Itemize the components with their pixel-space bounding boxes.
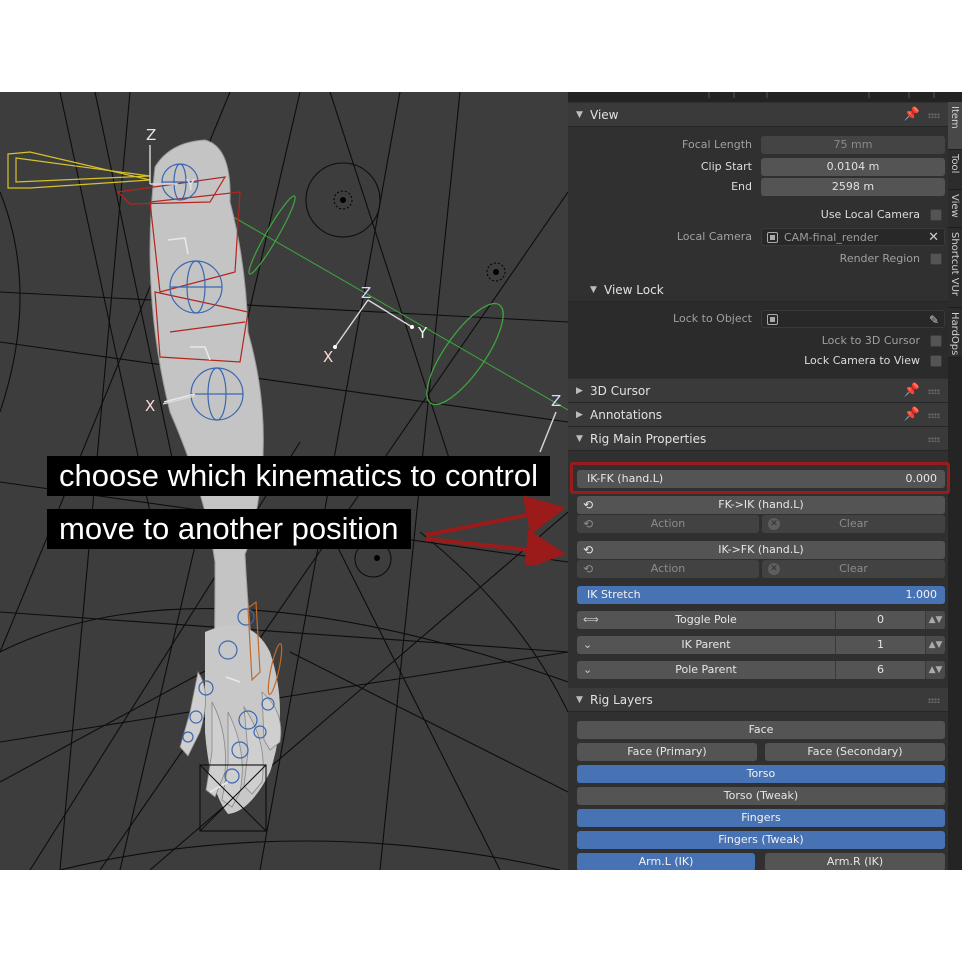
eyedropper-icon[interactable]: ✎	[929, 311, 939, 329]
chevron-down-icon: ▼	[590, 285, 597, 295]
sidebar-top-strip	[568, 92, 962, 102]
clip-end-label: End	[731, 180, 752, 193]
axis-label-x-left: X	[145, 397, 156, 415]
pin-icon[interactable]: 📌	[904, 103, 920, 127]
ik-parent-control[interactable]: ⌄ IK Parent 1 ▲▼	[577, 636, 945, 654]
stepper-icon[interactable]: ▲▼	[925, 636, 945, 654]
chevron-right-icon: ▶	[576, 410, 583, 420]
lock-to-3d-cursor-checkbox[interactable]	[930, 335, 942, 347]
callout-choose-kinematics: choose which kinematics to control	[47, 456, 551, 496]
drag-grip-icon[interactable]	[928, 437, 940, 442]
ik-parent-dropdown[interactable]: ⌄ IK Parent	[577, 636, 835, 654]
ik-to-fk-action-button[interactable]: ⟲ Action	[577, 560, 759, 578]
axis-label-y-mid: Y	[418, 324, 428, 342]
cursor-3d-panel-header[interactable]: ▶ 3D Cursor 📌	[568, 379, 948, 403]
layer-face-primary-button[interactable]: Face (Primary)	[577, 743, 757, 761]
arrow-to-ik-fk	[425, 529, 566, 565]
chevron-down-icon: ⌄	[583, 638, 593, 651]
chevron-down-icon: ▼	[576, 695, 583, 705]
camera-object-icon	[767, 232, 778, 243]
ik-to-fk-clear-button[interactable]: ✕ Clear	[762, 560, 945, 578]
arrow-to-fk-ik	[425, 495, 566, 537]
drag-grip-icon[interactable]	[928, 113, 940, 118]
fk-to-ik-action-button[interactable]: ⟲ Action	[577, 515, 759, 533]
lock-camera-to-view-label: Lock Camera to View	[804, 354, 920, 367]
chevron-down-icon: ▼	[576, 110, 583, 120]
axis-label-z-top: Z	[146, 126, 157, 144]
layer-torso-button[interactable]: Torso	[577, 765, 945, 783]
layer-fingers-button[interactable]: Fingers	[577, 809, 945, 827]
layer-arm-l-ik-button[interactable]: Arm.L (IK)	[577, 853, 755, 870]
focal-length-label: Focal Length	[682, 138, 752, 151]
snap-magnet-icon: ⟲	[583, 543, 594, 557]
ik-to-fk-snap-button[interactable]: ⟲ IK->FK (hand.L)	[577, 541, 945, 559]
render-region-checkbox[interactable]	[930, 253, 942, 265]
local-camera-field[interactable]: CAM-final_render ✕	[761, 228, 945, 246]
annotations-panel-header[interactable]: ▶ Annotations 📌	[568, 403, 948, 427]
lock-to-object-label: Lock to Object	[673, 312, 752, 325]
chevron-right-icon: ▶	[576, 386, 583, 396]
layer-arm-r-ik-button[interactable]: Arm.R (IK)	[765, 853, 945, 870]
local-camera-label: Local Camera	[676, 230, 752, 243]
axis-label-z-right: Z	[551, 392, 562, 410]
object-icon	[767, 314, 778, 325]
chevron-down-icon: ⌄	[583, 663, 593, 676]
action-icon: ⟲	[583, 562, 594, 576]
axis-label-y-top: Y	[186, 176, 196, 194]
stepper-icon[interactable]: ▲▼	[925, 611, 945, 629]
tab-tool[interactable]: Tool	[948, 150, 962, 190]
drag-grip-icon[interactable]	[928, 698, 940, 703]
rig-main-properties-header[interactable]: ▼ Rig Main Properties	[568, 427, 948, 451]
render-region-label: Render Region	[839, 252, 920, 265]
snap-magnet-icon: ⟲	[583, 498, 594, 512]
tab-item[interactable]: Item	[948, 102, 962, 150]
clear-x-icon: ✕	[768, 518, 780, 530]
clip-start-field[interactable]: 0.0104 m	[761, 158, 945, 176]
lock-camera-to-view-checkbox[interactable]	[930, 355, 942, 367]
view-lock-header[interactable]: ▼ View Lock	[568, 278, 948, 302]
pole-parent-dropdown[interactable]: ⌄ Pole Parent	[577, 661, 835, 679]
pin-icon[interactable]: 📌	[904, 379, 920, 403]
close-icon[interactable]: ✕	[928, 229, 939, 247]
pin-icon[interactable]: 📌	[904, 403, 920, 427]
pole-parent-control[interactable]: ⌄ Pole Parent 6 ▲▼	[577, 661, 945, 679]
drag-grip-icon[interactable]	[928, 413, 940, 418]
use-local-camera-checkbox[interactable]	[930, 209, 942, 221]
axis-label-z-mid: Z	[361, 284, 372, 302]
view-panel-header[interactable]: ▼ View 📌	[568, 103, 948, 127]
ik-parent-value[interactable]: 1	[835, 636, 925, 654]
fk-to-ik-clear-button[interactable]: ✕ Clear	[762, 515, 945, 533]
toggle-pole-control[interactable]: ⟺ Toggle Pole 0 ▲▼	[577, 611, 945, 629]
layer-fingers-tweak-button[interactable]: Fingers (Tweak)	[577, 831, 945, 849]
fk-to-ik-snap-button[interactable]: ⟲ FK->IK (hand.L)	[577, 496, 945, 514]
focal-length-field[interactable]: 75 mm	[761, 136, 945, 154]
callout-move-position: move to another position	[47, 509, 411, 549]
clip-start-label: Clip Start	[700, 160, 752, 173]
pole-toggle-icon: ⟺	[583, 613, 599, 626]
stepper-icon[interactable]: ▲▼	[925, 661, 945, 679]
tab-hardops[interactable]: HardOps	[948, 308, 962, 358]
layer-torso-tweak-button[interactable]: Torso (Tweak)	[577, 787, 945, 805]
layer-face-button[interactable]: Face	[577, 721, 945, 739]
drag-grip-icon[interactable]	[928, 389, 940, 394]
use-local-camera-label: Use Local Camera	[820, 208, 920, 221]
lock-to-3d-cursor-label: Lock to 3D Cursor	[821, 334, 920, 347]
pole-parent-value[interactable]: 6	[835, 661, 925, 679]
lock-to-object-field[interactable]: ✎	[761, 310, 945, 328]
action-icon: ⟲	[583, 517, 594, 531]
rig-layers-header[interactable]: ▼ Rig Layers	[568, 688, 948, 712]
chevron-down-icon: ▼	[576, 434, 583, 444]
axis-label-x-mid: X	[323, 348, 334, 366]
layer-face-secondary-button[interactable]: Face (Secondary)	[765, 743, 945, 761]
sidebar-tabs: Item Tool View Shortcut VUr HardOps	[948, 102, 962, 870]
clear-x-icon: ✕	[768, 563, 780, 575]
ik-stretch-slider[interactable]: IK Stretch 1.000	[577, 586, 945, 604]
clip-end-field[interactable]: 2598 m	[761, 178, 945, 196]
annotation-arrows	[425, 495, 566, 565]
toggle-pole-value[interactable]: 0	[835, 611, 925, 629]
toggle-pole-button[interactable]: ⟺ Toggle Pole	[577, 611, 835, 629]
ikfk-highlight-box	[570, 462, 950, 494]
tab-view[interactable]: View	[948, 190, 962, 228]
tab-shortcut[interactable]: Shortcut VUr	[948, 228, 962, 308]
